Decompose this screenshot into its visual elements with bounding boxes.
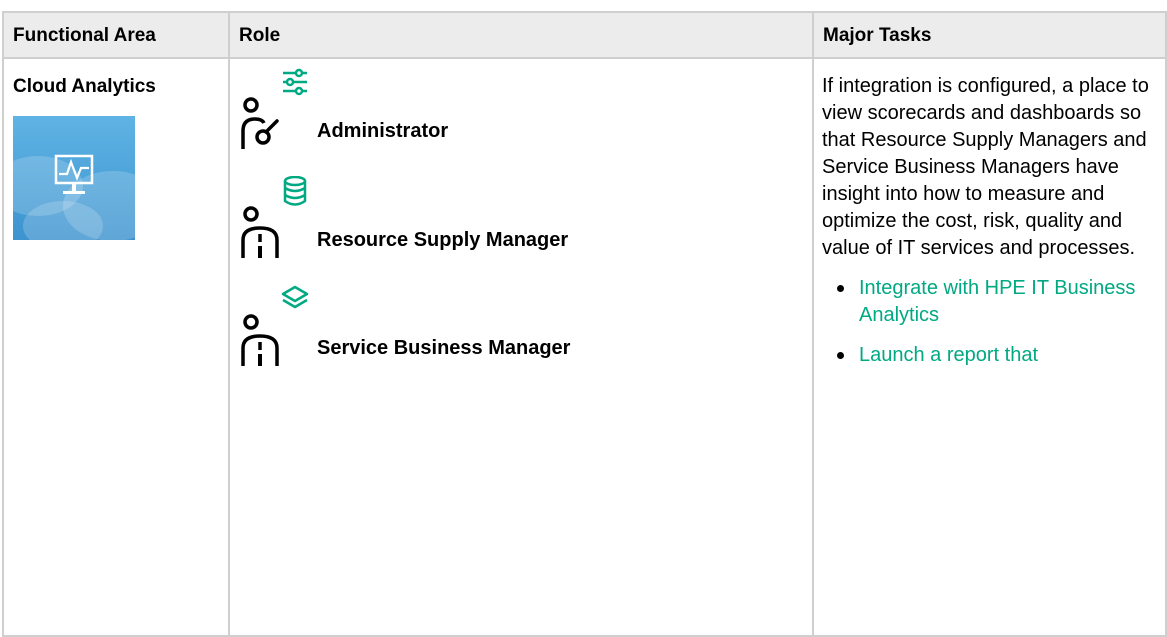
table-row: Cloud Analytics Administrator Resource S… [2, 57, 1167, 637]
role-cell: Administrator Resource Supply Manager Se… [228, 57, 814, 637]
database-icon [283, 176, 307, 206]
list-item: Integrate with HPE IT Business Analytics [837, 275, 1165, 329]
role-label: Resource Supply Manager [317, 229, 569, 251]
major-tasks-description: If integration is configured, a place to… [822, 75, 1149, 259]
bullet-icon [837, 352, 844, 359]
role-label: Administrator [317, 120, 449, 142]
task-link-list: Integrate with HPE IT Business Analytics… [822, 275, 1165, 369]
sliders-icon [283, 68, 307, 96]
header-role: Role [228, 11, 814, 59]
header-functional-area: Functional Area [2, 11, 230, 59]
list-item: Launch a report that [837, 342, 1165, 369]
functional-area-cell: Cloud Analytics [2, 57, 230, 637]
major-tasks-cell: If integration is configured, a place to… [812, 57, 1167, 637]
role-resource-supply-manager: Resource Supply Manager [240, 176, 800, 266]
functional-area-table: Functional Area Role Major Tasks Cloud A… [2, 11, 1167, 637]
link-launch-report[interactable]: Launch a report that [859, 344, 1038, 366]
link-integrate-hpe-it-business-analytics[interactable]: Integrate with HPE IT Business Analytics [859, 277, 1135, 326]
role-administrator: Administrator [240, 67, 800, 157]
role-label: Service Business Manager [317, 337, 571, 359]
table-header-row: Functional Area Role Major Tasks [2, 11, 1167, 59]
role-service-business-manager: Service Business Manager [240, 284, 800, 374]
functional-area-title: Cloud Analytics [13, 76, 156, 97]
bullet-icon [837, 285, 844, 292]
layers-icon [281, 285, 309, 309]
header-major-tasks: Major Tasks [812, 11, 1167, 59]
administrator-icon [241, 97, 279, 149]
manager-icon [241, 314, 279, 366]
monitor-chart-icon [13, 116, 135, 240]
manager-icon [241, 206, 279, 258]
